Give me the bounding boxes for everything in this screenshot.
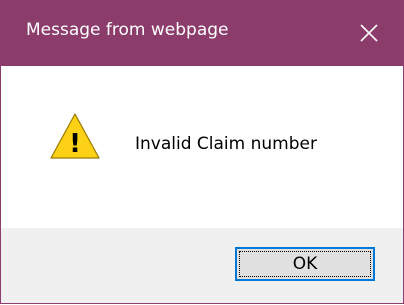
ok-button-label: OK bbox=[292, 254, 318, 274]
message-text: Invalid Claim number bbox=[135, 134, 317, 154]
close-icon bbox=[360, 24, 378, 42]
dialog-content: ! Invalid Claim number bbox=[1, 66, 403, 228]
warning-icon: ! bbox=[50, 113, 100, 159]
title-bar[interactable]: Message from webpage bbox=[1, 0, 403, 66]
ok-button[interactable]: OK bbox=[235, 247, 375, 281]
message-dialog: Message from webpage ! Invalid Claim num… bbox=[0, 0, 404, 304]
dialog-footer: OK bbox=[1, 228, 403, 303]
warning-glyph: ! bbox=[69, 129, 81, 159]
dialog-title: Message from webpage bbox=[26, 20, 229, 40]
close-button[interactable] bbox=[335, 0, 403, 66]
